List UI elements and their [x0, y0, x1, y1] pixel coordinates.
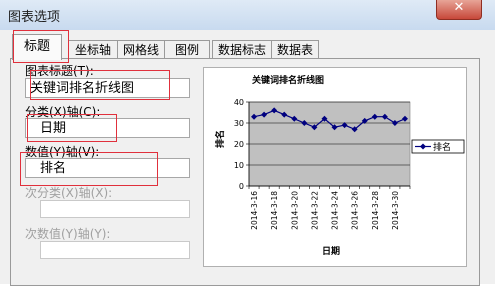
- secondary-x-axis-field: [40, 200, 190, 218]
- x-tick-label: 2014-3-24: [331, 191, 340, 230]
- chart-svg: 关键词排名折线图 0 10 20 30 40 2014-3-16 2014-3-18 2014…: [214, 74, 465, 257]
- window-title: 图表选项: [8, 10, 61, 25]
- secondary-x-axis-label: 次分类(X)轴(X):: [25, 186, 113, 200]
- secondary-y-axis-label: 次数值(Y)轴(Y):: [25, 227, 111, 241]
- chart-preview: 关键词排名折线图 0 10 20 30 40 2014-3-16 2014-3-18 2014…: [203, 67, 467, 267]
- chart-title: 关键词排名折线图: [252, 74, 324, 86]
- x-tick-label: 2014-3-26: [351, 191, 360, 230]
- title-bar: [0, 0, 495, 31]
- y-tick-label: 40: [234, 98, 244, 107]
- chart-title-field[interactable]: 关键词排名折线图: [25, 78, 190, 98]
- category-x-axis-field[interactable]: 日期: [25, 118, 190, 138]
- x-tick-label: 2014-3-28: [371, 191, 380, 230]
- x-tick-label: 2014-3-30: [391, 191, 400, 230]
- x-axis-label: 日期: [322, 245, 340, 257]
- tab-title[interactable]: 标题: [12, 34, 62, 60]
- y-tick-label: 30: [234, 119, 244, 128]
- secondary-y-axis-field: [40, 241, 190, 259]
- y-tick-label: 10: [234, 161, 244, 170]
- tab-legend[interactable]: 图例: [164, 40, 210, 59]
- legend-label: 排名: [433, 141, 451, 153]
- close-button[interactable]: ✕: [436, 0, 482, 20]
- x-tick-label: 2014-3-20: [290, 191, 299, 230]
- x-tick-label: 2014-3-16: [250, 191, 259, 230]
- x-tick-label: 2014-3-18: [270, 191, 279, 230]
- y-tick-label: 20: [234, 140, 244, 149]
- tab-data-labels[interactable]: 数据标志: [212, 40, 272, 59]
- tab-data-table[interactable]: 数据表: [271, 40, 319, 59]
- x-tick-label: 2014-3-22: [310, 191, 319, 230]
- y-tick-label: 0: [239, 182, 244, 191]
- tab-axes[interactable]: 坐标轴: [68, 40, 118, 59]
- chart-title-label: 图表标题(T):: [25, 64, 94, 78]
- tab-gridlines[interactable]: 网格线: [117, 40, 165, 59]
- y-axis-label: 排名: [214, 130, 226, 148]
- value-y-axis-field[interactable]: 排名: [25, 158, 190, 178]
